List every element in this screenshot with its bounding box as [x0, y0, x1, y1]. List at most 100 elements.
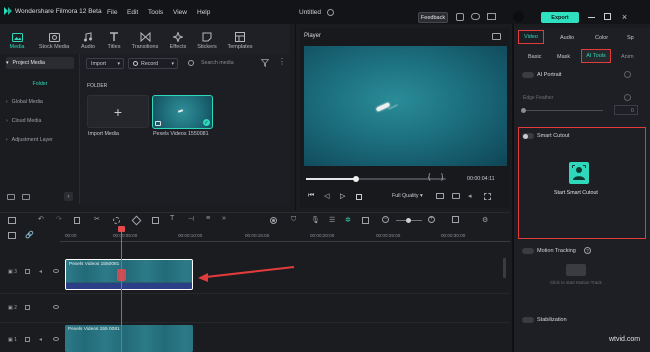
- more-options-icon[interactable]: ⋮: [278, 58, 286, 66]
- previous-frame-icon[interactable]: ⏮: [308, 192, 314, 200]
- track-3-eye-icon[interactable]: [53, 269, 59, 273]
- volume-icon[interactable]: ◂: [468, 192, 472, 200]
- edge-feather-value[interactable]: 0: [614, 105, 638, 115]
- subtab-mask[interactable]: Mask: [557, 54, 570, 60]
- shield-icon[interactable]: ⛉: [291, 216, 296, 224]
- ai-icon[interactable]: ✲: [345, 216, 351, 224]
- microphone-icon[interactable]: 🎙: [311, 216, 320, 224]
- import-dropdown[interactable]: Import ▾: [86, 58, 124, 69]
- list-icon[interactable]: ☰: [329, 216, 335, 224]
- text-icon[interactable]: T: [170, 215, 174, 222]
- track-1-lock-icon[interactable]: [25, 337, 30, 342]
- sidebar-item-folder[interactable]: Folder: [6, 78, 74, 90]
- restore-icon[interactable]: [604, 13, 611, 20]
- step-back-icon[interactable]: ◁: [324, 192, 329, 200]
- tab-audio-props[interactable]: Audio: [560, 35, 574, 41]
- subtab-animation[interactable]: Anim: [621, 54, 634, 60]
- menu-view[interactable]: View: [173, 9, 187, 16]
- track-1-eye-icon[interactable]: [53, 337, 59, 341]
- stabilization-toggle[interactable]: [522, 317, 534, 323]
- collapse-icon[interactable]: ‹: [64, 192, 73, 201]
- notification-icon[interactable]: [456, 13, 464, 21]
- track-3-lock-icon[interactable]: [25, 269, 30, 274]
- record-dropdown[interactable]: Record ▾: [128, 58, 178, 69]
- undo-icon[interactable]: ↶: [38, 215, 44, 223]
- camera-icon[interactable]: [452, 193, 460, 199]
- tab-color[interactable]: Color: [595, 35, 608, 41]
- video-clip-selected[interactable]: Pexels Videos 1550081: [65, 259, 193, 290]
- split-icon[interactable]: ⊣: [188, 215, 194, 223]
- motion-track-icon[interactable]: [566, 264, 586, 276]
- playhead-handle[interactable]: [118, 226, 125, 232]
- display-settings-icon[interactable]: [436, 193, 444, 199]
- tab-titles[interactable]: Titles: [103, 24, 125, 54]
- layout-icon[interactable]: [8, 217, 16, 224]
- adjust-icon[interactable]: ≡: [206, 215, 210, 222]
- ai-portrait-toggle[interactable]: [522, 72, 534, 78]
- video-preview[interactable]: [304, 46, 507, 166]
- edge-feather-reset-icon[interactable]: [624, 94, 631, 101]
- zoom-in-icon[interactable]: +: [428, 216, 435, 223]
- avatar[interactable]: [513, 11, 524, 22]
- play-icon[interactable]: ▷: [340, 192, 345, 200]
- zoom-out-icon[interactable]: −: [382, 216, 389, 223]
- start-smart-cutout-button[interactable]: Start Smart Cutout: [554, 190, 598, 196]
- subtab-ai-tools[interactable]: AI Tools: [581, 49, 611, 63]
- stop-icon[interactable]: [356, 194, 362, 200]
- overlay-icon[interactable]: [362, 217, 369, 224]
- tab-stickers[interactable]: Stickers: [194, 24, 220, 54]
- tab-stock-media[interactable]: Stock Media: [34, 24, 74, 54]
- playback-progress-track[interactable]: [306, 176, 446, 182]
- export-button[interactable]: Export: [541, 12, 579, 23]
- delete-icon[interactable]: [74, 217, 80, 224]
- help-icon[interactable]: ?: [584, 247, 591, 254]
- smart-cutout-toggle[interactable]: [522, 133, 534, 139]
- media-clip-thumbnail[interactable]: ✓: [152, 95, 213, 129]
- cloud-icon[interactable]: [471, 13, 480, 20]
- motion-tracking-toggle[interactable]: [522, 248, 534, 254]
- slider-knob[interactable]: [521, 108, 526, 113]
- redo-icon[interactable]: ↷: [56, 215, 62, 223]
- mark-out-icon[interactable]: }: [441, 174, 443, 181]
- track-3-mute-icon[interactable]: ◂: [39, 268, 42, 275]
- timeline-playhead[interactable]: [121, 229, 122, 352]
- track-2-eye-icon[interactable]: [53, 305, 59, 309]
- track-2-lock-icon[interactable]: [25, 305, 30, 310]
- ai-portrait-info-icon[interactable]: [624, 71, 631, 78]
- cut-icon[interactable]: ✂: [94, 215, 100, 223]
- sidebar-item-global-media[interactable]: › Global Media: [6, 96, 74, 108]
- feedback-button[interactable]: Feedback: [418, 12, 448, 23]
- transform-icon[interactable]: [152, 217, 159, 224]
- menu-file[interactable]: File: [107, 9, 117, 16]
- smart-cutout-icon[interactable]: [569, 162, 589, 184]
- tab-transitions[interactable]: Transitions: [129, 24, 161, 54]
- quality-dropdown[interactable]: Full Quality ▾: [392, 193, 423, 199]
- mark-in-icon[interactable]: {: [428, 174, 430, 181]
- zoom-knob[interactable]: [406, 218, 411, 223]
- menu-tools[interactable]: Tools: [148, 9, 163, 16]
- sidebar-item-cloud-media[interactable]: › Cloud Media: [6, 115, 74, 127]
- playhead-knob-track[interactable]: [117, 269, 126, 281]
- menu-edit[interactable]: Edit: [127, 9, 138, 16]
- add-track-icon[interactable]: [8, 232, 16, 239]
- minimize-icon[interactable]: [587, 14, 595, 20]
- close-icon[interactable]: ×: [620, 12, 629, 22]
- import-media-tile[interactable]: +: [87, 95, 149, 128]
- tab-speed[interactable]: Sp: [627, 35, 634, 41]
- tab-audio[interactable]: Audio: [76, 24, 100, 54]
- folder-icon[interactable]: [22, 194, 30, 200]
- sidebar-item-project-media[interactable]: ▾ Project Media: [6, 57, 74, 69]
- sidebar-item-adjustment-layer[interactable]: › Adjustment Layer: [6, 134, 74, 146]
- tab-templates[interactable]: Templates: [224, 24, 256, 54]
- new-folder-icon[interactable]: [7, 194, 15, 200]
- menu-help[interactable]: Help: [197, 9, 210, 16]
- mail-icon[interactable]: [487, 13, 496, 20]
- zoom-slider[interactable]: [396, 218, 422, 223]
- track-1-mute-icon[interactable]: ◂: [39, 336, 42, 343]
- tab-video[interactable]: Video: [518, 30, 544, 44]
- edge-feather-slider[interactable]: [521, 108, 603, 113]
- settings-icon[interactable]: ⚙: [482, 216, 488, 224]
- fullscreen-icon[interactable]: [484, 193, 491, 200]
- grid-icon[interactable]: [452, 216, 459, 223]
- playhead-knob[interactable]: [353, 176, 360, 182]
